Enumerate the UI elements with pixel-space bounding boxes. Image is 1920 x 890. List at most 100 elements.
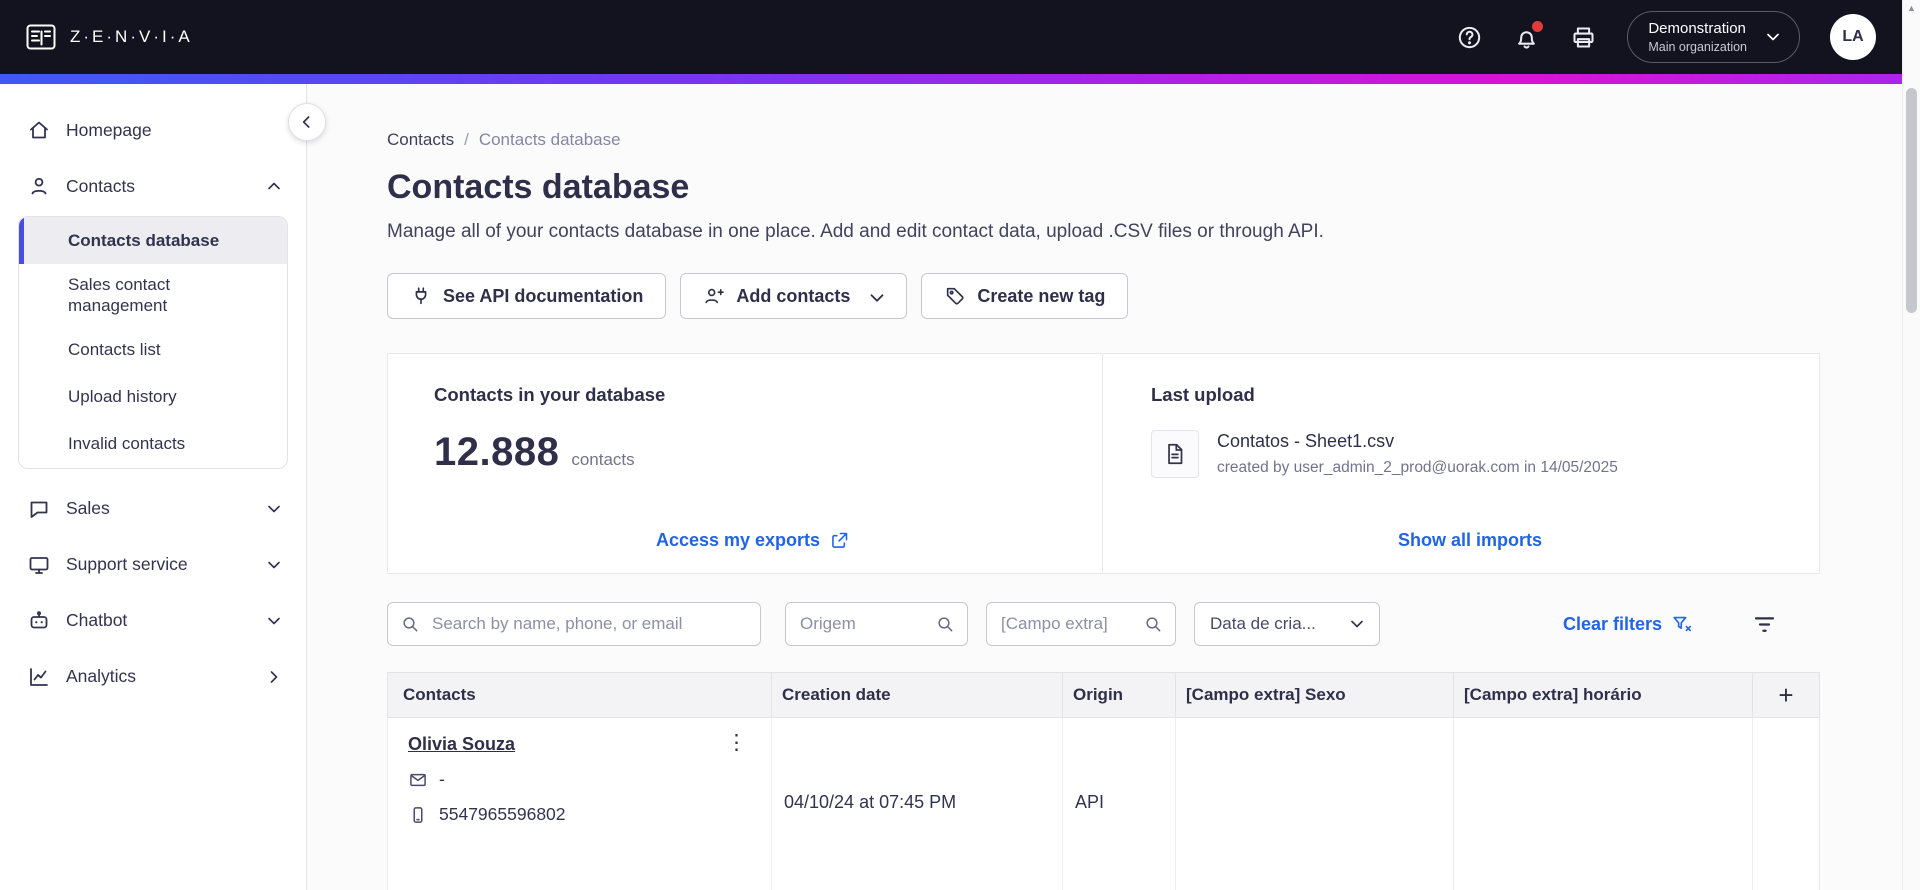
api-documentation-label: See API documentation xyxy=(443,285,644,306)
notification-badge xyxy=(1532,20,1544,32)
sidebar-item-support-service[interactable]: Support service xyxy=(0,537,306,593)
contacts-count-row: 12.888 contacts xyxy=(434,430,1072,475)
search-input[interactable] xyxy=(387,602,761,646)
page-title: Contacts database xyxy=(387,168,690,206)
show-all-imports-link[interactable]: Show all imports xyxy=(1398,530,1542,551)
access-exports-link[interactable]: Access my exports xyxy=(656,530,850,551)
table-body: Olivia Souza ⋮ - 5547965596802 04/10/24 … xyxy=(387,718,1820,890)
column-header-contacts[interactable]: Contacts xyxy=(388,673,771,717)
sidebar-item-contacts-database[interactable]: Contacts database xyxy=(19,217,287,264)
origin-cell: API xyxy=(1062,718,1175,890)
sidebar-item-sales-contact-management[interactable]: Sales contact management xyxy=(19,264,287,327)
create-new-tag-button[interactable]: Create new tag xyxy=(921,273,1129,319)
add-column-button[interactable]: + xyxy=(1752,673,1819,717)
contacts-count-title: Contacts in your database xyxy=(434,384,666,405)
sidebar-item-chatbot[interactable]: Chatbot xyxy=(0,593,306,649)
sidebar-item-contacts-list[interactable]: Contacts list xyxy=(19,327,287,374)
printer-icon xyxy=(1570,24,1597,51)
mobile-phone-icon xyxy=(408,805,428,825)
chat-bubble-icon xyxy=(27,497,51,521)
organization-subtitle: Main organization xyxy=(1648,39,1747,54)
person-plus-icon xyxy=(703,285,725,307)
search-icon xyxy=(935,614,955,634)
sidebar-item-label: Sales xyxy=(66,498,110,518)
column-header-creation-date[interactable]: Creation date xyxy=(771,673,1062,717)
last-upload-card: Last upload Contatos - Sheet1.csv create… xyxy=(1102,354,1819,573)
scrollbar-thumb[interactable] xyxy=(1906,88,1917,313)
column-header-campo-extra-sexo[interactable]: [Campo extra] Sexo xyxy=(1175,673,1453,717)
creation-date-filter[interactable]: Data de cria... xyxy=(1194,602,1380,646)
brand-text: Z·E·N·V·I·A xyxy=(70,27,193,46)
contact-name-link[interactable]: Olivia Souza xyxy=(408,730,515,755)
chevron-down-icon xyxy=(866,287,884,305)
person-icon xyxy=(27,174,51,198)
filter-list-button[interactable] xyxy=(1751,611,1778,638)
zenvia-logo[interactable]: Z·E·N·V·I·A xyxy=(26,24,193,50)
api-documentation-button[interactable]: See API documentation xyxy=(387,273,667,319)
campo-extra-horario-cell xyxy=(1453,718,1752,890)
access-exports-label: Access my exports xyxy=(655,530,821,550)
column-header-origin[interactable]: Origin xyxy=(1062,673,1175,717)
add-column-cell xyxy=(1752,718,1819,890)
search-icon xyxy=(1143,614,1163,634)
contacts-submenu: Contacts database Sales contact manageme… xyxy=(18,216,288,469)
creation-date-filter-label: Data de cria... xyxy=(1210,614,1316,633)
brand-gradient-bar xyxy=(0,74,1902,84)
sidebar-item-label: Support service xyxy=(66,554,188,574)
column-header-campo-extra-horario[interactable]: [Campo extra] horário xyxy=(1453,673,1752,717)
upload-filename: Contatos - Sheet1.csv xyxy=(1217,431,1395,451)
chevron-down-icon xyxy=(1763,27,1783,47)
extra-field-filter-wrapper xyxy=(986,602,1176,646)
chevron-down-icon xyxy=(264,499,284,519)
api-plug-icon xyxy=(410,285,432,307)
sidebar: Homepage Contacts Contacts database Sale… xyxy=(0,84,307,890)
search-icon xyxy=(400,614,420,634)
clear-filter-funnel-icon xyxy=(1671,613,1693,635)
breadcrumb-contacts[interactable]: Contacts xyxy=(387,130,454,150)
search-field-wrapper xyxy=(387,602,761,646)
organization-name: Demonstration xyxy=(1648,20,1746,38)
sidebar-item-label: Homepage xyxy=(66,119,152,140)
breadcrumb-current: Contacts database xyxy=(478,130,621,149)
vertical-scrollbar[interactable]: ▲ xyxy=(1902,0,1920,890)
chevron-up-icon xyxy=(264,176,284,196)
sidebar-item-contacts[interactable]: Contacts xyxy=(0,158,306,214)
last-upload-title: Last upload xyxy=(1151,384,1255,405)
contacts-count-unit: contacts xyxy=(571,450,635,469)
sidebar-item-homepage[interactable]: Homepage xyxy=(0,102,306,158)
contact-cell: Olivia Souza ⋮ - 5547965596802 xyxy=(388,718,771,890)
scroll-up-arrow[interactable]: ▲ xyxy=(1903,3,1920,13)
upload-meta: created by user_admin_2_prod@uorak.com i… xyxy=(1217,459,1618,476)
summary-panel: Contacts in your database 12.888 contact… xyxy=(387,353,1820,574)
sidebar-item-upload-history[interactable]: Upload history xyxy=(19,374,287,421)
add-contacts-button[interactable]: Add contacts xyxy=(680,273,908,319)
breadcrumb: Contacts / Contacts database xyxy=(387,130,1820,150)
row-kebab-menu-button[interactable]: ⋮ xyxy=(718,730,755,755)
create-new-tag-label: Create new tag xyxy=(977,285,1106,306)
zenvia-logo-icon xyxy=(26,24,56,50)
sidebar-item-label: Chatbot xyxy=(66,610,128,630)
sidebar-item-analytics[interactable]: Analytics xyxy=(0,649,306,705)
toolbar: See API documentation Add contacts Creat… xyxy=(387,273,1820,319)
creation-date-cell: 04/10/24 at 07:45 PM xyxy=(771,718,1062,890)
organization-switcher[interactable]: Demonstration Main organization xyxy=(1627,11,1800,63)
sidebar-collapse-button[interactable] xyxy=(288,103,326,141)
sidebar-item-label: Contacts xyxy=(66,175,136,196)
sidebar-item-sales[interactable]: Sales xyxy=(0,481,306,537)
print-button[interactable] xyxy=(1570,24,1597,51)
breadcrumb-separator: / xyxy=(464,130,469,149)
organization-texts: Demonstration Main organization xyxy=(1648,19,1747,55)
user-avatar[interactable]: LA xyxy=(1830,14,1876,60)
clear-filters-label: Clear filters xyxy=(1562,613,1662,634)
chevron-right-icon xyxy=(264,667,284,687)
chevron-down-icon xyxy=(1347,614,1367,634)
table-row: Olivia Souza ⋮ - 5547965596802 04/10/24 … xyxy=(388,718,1819,890)
help-button[interactable] xyxy=(1456,24,1483,51)
last-upload-file-info: Contatos - Sheet1.csv created by user_ad… xyxy=(1217,431,1618,477)
contacts-count-card: Contacts in your database 12.888 contact… xyxy=(388,354,1102,573)
chevron-left-icon xyxy=(297,112,317,132)
help-icon xyxy=(1456,24,1483,51)
notifications-button[interactable] xyxy=(1513,20,1544,51)
sidebar-item-invalid-contacts[interactable]: Invalid contacts xyxy=(19,421,287,468)
clear-filters-button[interactable]: Clear filters xyxy=(1563,613,1693,635)
